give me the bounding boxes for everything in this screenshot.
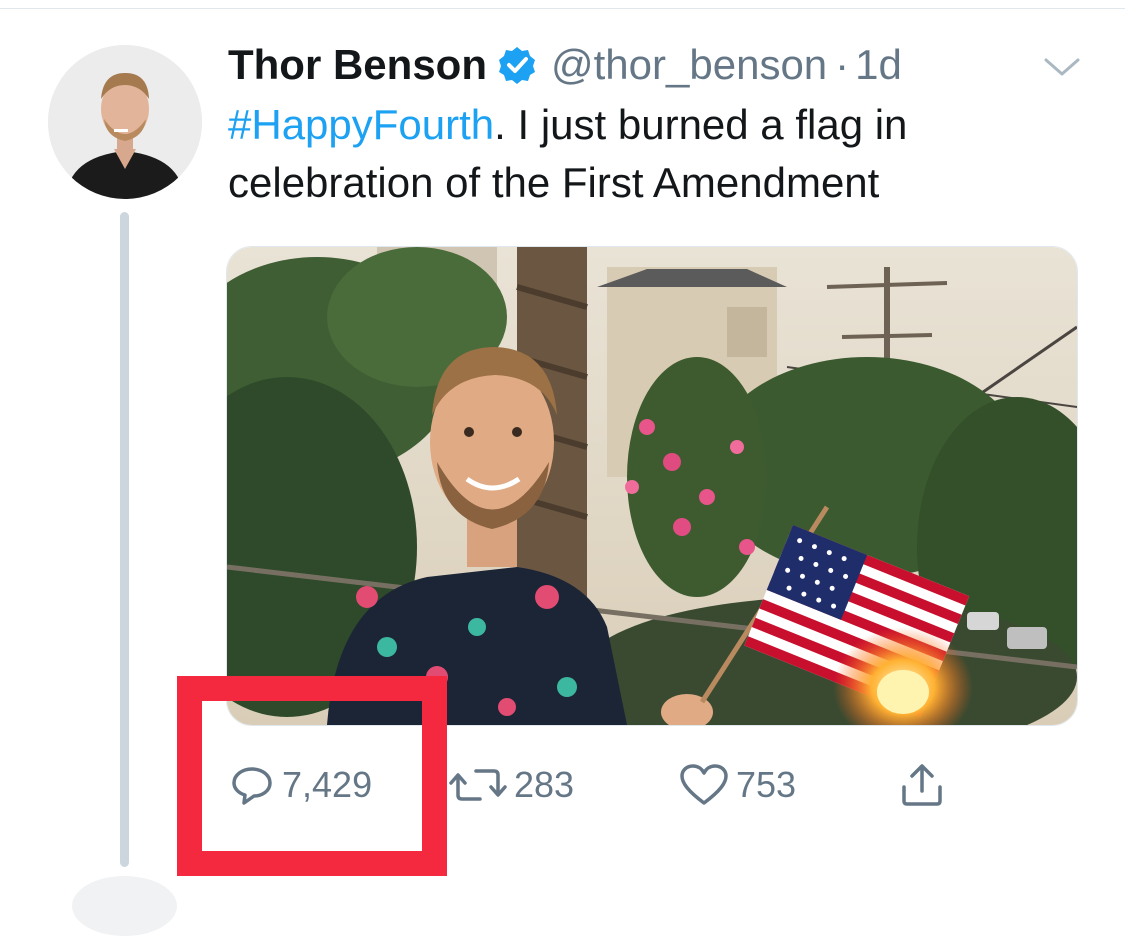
tweet-time[interactable]: 1d — [855, 41, 902, 89]
hashtag-link[interactable]: #HappyFourth — [228, 101, 494, 148]
meta-separator: · — [835, 41, 850, 88]
author-name[interactable]: Thor Benson — [228, 41, 487, 89]
tweet-header: Thor Benson @thor_benson · 1d — [228, 38, 902, 92]
like-button[interactable]: 753 — [678, 760, 796, 810]
verified-badge-icon — [497, 45, 537, 85]
author-avatar[interactable] — [48, 45, 202, 199]
like-icon — [680, 764, 728, 805]
retweet-button[interactable]: 283 — [448, 760, 574, 810]
retweet-icon — [449, 769, 507, 801]
next-tweet-avatar[interactable] — [72, 876, 177, 936]
annotation-highlight-box — [177, 676, 447, 876]
like-count: 753 — [736, 764, 797, 805]
thread-line — [120, 212, 129, 867]
share-button[interactable] — [898, 760, 952, 810]
tweet-photo[interactable] — [226, 246, 1078, 726]
retweet-count: 283 — [514, 764, 575, 805]
tweet-text: #HappyFourth. I just burned a flag in ce… — [228, 96, 1068, 212]
author-handle[interactable]: @thor_benson — [551, 41, 827, 89]
share-icon — [902, 764, 942, 806]
chevron-down-icon[interactable] — [1042, 52, 1082, 82]
top-divider — [0, 8, 1125, 9]
